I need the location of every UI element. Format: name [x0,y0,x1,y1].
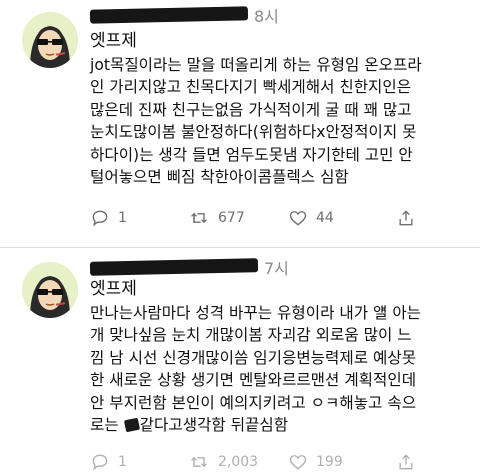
reply-count: 1 [118,210,127,226]
retweet-button[interactable]: 677 [188,206,245,230]
redacted-username [89,6,249,24]
tweet-header: 7시 [89,255,289,279]
tweet-text: jot목질이라는 말을 떠올리게 하는 유형임 온오프라 인 가리지않고 친목다… [90,54,474,188]
tweet-text-line: 개 맞나싶음 눈치 개많이봄 자괴감 외로움 많이 느 [90,326,412,345]
tweet-text-line: 많은데 진짜 친구는없음 가식적이게 굴 때 꽤 많고 [90,100,412,119]
redaction-mark [123,417,140,433]
retweet-count: 2,003 [218,454,259,470]
retweet-arrows-icon [191,456,207,468]
avatar[interactable] [22,262,78,318]
heart-icon [289,211,307,226]
like-count: 199 [316,454,343,470]
action-bar: 1 2,003 199 [86,450,456,474]
tweet-text-line: 눈치도많이봄 불안정하다(위험하다x안정적이지 못 [90,123,417,142]
avatar[interactable] [22,12,78,68]
timestamp[interactable]: 8시 [254,3,279,27]
tweet-card[interactable]: 7시 엣프제 만나는사람마다 성격 바꾸는 유형이라 내가 얠 아는 개 맞나싶… [0,248,480,471]
tweet-text-line: 하다이)는 생각 들면 엄두도못냄 자기한테 고민 안 [90,145,413,164]
author-name[interactable]: 엣프제 [90,278,137,300]
tweet-text-line: 로는 같다고생각함 뒤끝심함 [90,414,474,436]
tweet-text-fragment: 같다고생각함 뒤끝심함 [139,415,289,434]
tweet-text-line: jot목질이라는 말을 떠올리게 하는 유형임 온오프라 [90,56,422,74]
like-button[interactable]: 199 [288,450,343,474]
retweet-button[interactable]: 2,003 [188,450,258,474]
reply-button[interactable]: 1 [90,450,127,474]
heart-icon [289,455,307,470]
tweet-text-line: 털어놓으면 삐짐 착한아이콤플렉스 심함 [90,167,349,186]
tweet-text-line: 인 가리지않고 친목다지기 빡세게해서 친한지인은 [90,78,412,97]
tweet-header: 8시 [89,3,279,27]
tweet-text-line: 만나는사람마다 성격 바꾸는 유형이라 내가 얠 아는 [90,304,422,322]
tweet-card[interactable]: 8시 엣프제 jot목질이라는 말을 떠올리게 하는 유형임 온오프라 인 가리… [0,0,480,248]
share-button[interactable] [396,206,416,230]
redacted-username [89,258,259,276]
speech-bubble-icon [92,454,108,471]
tweet-text-line: 낌 남 시선 신경개많이씀 임기응변능력제로 예상못 [90,348,417,367]
tweet-text-line: 한 새로운 상황 생기면 멘탈와르르맨션 계획적인데 [90,371,417,390]
tweet-text-line: 안 부지런함 본인이 예의지키려고 ㅇㅋ해놓고 속으 [90,393,417,412]
speech-bubble-icon [92,210,108,227]
timestamp[interactable]: 7시 [264,255,289,279]
share-button[interactable] [396,450,416,474]
tweet-text: 만나는사람마다 성격 바꾸는 유형이라 내가 얠 아는 개 맞나싶음 눈치 개많… [90,302,474,436]
author-name[interactable]: 엣프제 [90,30,137,52]
like-button[interactable]: 44 [288,206,334,230]
tweet-text-fragment: 로는 [90,415,124,434]
share-icon [399,454,413,470]
reply-count: 1 [118,454,127,470]
reply-button[interactable]: 1 [90,206,127,230]
like-count: 44 [316,210,334,226]
share-icon [399,210,413,226]
retweet-count: 677 [218,210,245,226]
avatar-illustration-icon [22,262,78,318]
avatar-illustration-icon [22,12,78,68]
action-bar: 1 677 44 [86,206,456,230]
retweet-arrows-icon [191,212,207,224]
